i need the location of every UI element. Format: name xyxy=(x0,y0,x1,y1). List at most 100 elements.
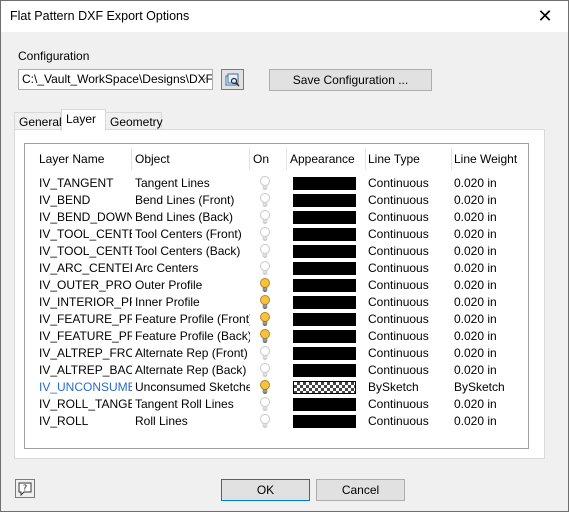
line-type-cell[interactable]: BySketch xyxy=(365,379,452,396)
layer-name-cell[interactable]: IV_ARC_CENTERS xyxy=(36,260,132,277)
on-toggle-cell[interactable] xyxy=(250,260,287,277)
line-weight-cell[interactable]: 0.020 in xyxy=(451,362,528,379)
appearance-cell[interactable] xyxy=(287,413,366,430)
object-cell[interactable]: Alternate Rep (Front) xyxy=(132,345,250,362)
appearance-cell[interactable] xyxy=(287,311,366,328)
object-cell[interactable]: Tangent Lines xyxy=(132,175,250,192)
lightbulb-off-icon[interactable] xyxy=(259,261,271,276)
help-button[interactable]: ? xyxy=(15,479,35,498)
lightbulb-off-icon[interactable] xyxy=(259,193,271,208)
line-weight-cell[interactable]: 0.020 in xyxy=(451,277,528,294)
table-row[interactable]: IV_BEND_DOWN Bend Lines (Back) Continuous 0… xyxy=(25,209,528,226)
object-cell[interactable]: Feature Profile (Back) xyxy=(132,328,250,345)
table-row[interactable]: IV_BEND Bend Lines (Front) Continuous 0.020… xyxy=(25,192,528,209)
table-row[interactable]: IV_ALTREP_FRONAlternate Rep (Front) Conti… xyxy=(25,345,528,362)
line-type-cell[interactable]: Continuous xyxy=(365,311,452,328)
table-row[interactable]: IV_TOOL_CENTERTool Centers (Front) Contin… xyxy=(25,226,528,243)
line-type-cell[interactable]: Continuous xyxy=(365,345,452,362)
layer-name-cell[interactable]: IV_ALTREP_FRON xyxy=(36,345,132,362)
appearance-cell[interactable] xyxy=(287,209,366,226)
object-cell[interactable]: Inner Profile xyxy=(132,294,250,311)
table-row[interactable]: IV_ROLL Roll Lines Continuous 0.020 in xyxy=(25,413,528,430)
line-weight-cell[interactable]: 0.020 in xyxy=(451,328,528,345)
object-cell[interactable]: Bend Lines (Front) xyxy=(132,192,250,209)
object-cell[interactable]: Tangent Roll Lines xyxy=(132,396,250,413)
lightbulb-off-icon[interactable] xyxy=(259,346,271,361)
line-type-cell[interactable]: Continuous xyxy=(365,175,452,192)
on-toggle-cell[interactable] xyxy=(250,226,287,243)
on-toggle-cell[interactable] xyxy=(250,362,287,379)
line-type-cell[interactable]: Continuous xyxy=(365,277,452,294)
color-swatch[interactable] xyxy=(293,415,356,428)
line-type-cell[interactable]: Continuous xyxy=(365,294,452,311)
color-swatch[interactable] xyxy=(293,228,356,241)
layer-name-cell[interactable]: IV_FEATURE_PRC xyxy=(36,328,132,345)
header-line-weight[interactable]: Line Weight xyxy=(451,148,528,170)
lightbulb-on-icon[interactable] xyxy=(259,312,271,327)
appearance-cell[interactable] xyxy=(287,243,366,260)
lightbulb-on-icon[interactable] xyxy=(259,278,271,293)
line-weight-cell[interactable]: BySketch xyxy=(451,379,528,396)
line-type-cell[interactable]: Continuous xyxy=(365,413,452,430)
appearance-cell[interactable] xyxy=(287,379,366,396)
layer-name-cell[interactable]: IV_INTERIOR_PR xyxy=(36,294,132,311)
object-cell[interactable]: Feature Profile (Front) xyxy=(132,311,250,328)
appearance-cell[interactable] xyxy=(287,362,366,379)
on-toggle-cell[interactable] xyxy=(250,345,287,362)
header-line-type[interactable]: Line Type xyxy=(365,148,452,170)
on-toggle-cell[interactable] xyxy=(250,277,287,294)
appearance-cell[interactable] xyxy=(287,260,366,277)
on-toggle-cell[interactable] xyxy=(250,294,287,311)
layer-grid[interactable]: Layer Name Object On Appearance Line Typ… xyxy=(24,143,529,449)
layer-name-cell[interactable]: IV_OUTER_PROFI xyxy=(36,277,132,294)
on-toggle-cell[interactable] xyxy=(250,379,287,396)
table-row[interactable]: IV_INTERIOR_PR Inner Profile Continuous 0.0… xyxy=(25,294,528,311)
on-toggle-cell[interactable] xyxy=(250,175,287,192)
object-cell[interactable]: Roll Lines xyxy=(132,413,250,430)
layer-name-cell[interactable]: IV_TOOL_CENTER xyxy=(36,226,132,243)
object-cell[interactable]: Outer Profile xyxy=(132,277,250,294)
layer-name-cell[interactable]: IV_TANGENT xyxy=(36,175,132,192)
lightbulb-on-icon[interactable] xyxy=(259,380,271,395)
line-weight-cell[interactable]: 0.020 in xyxy=(451,175,528,192)
on-toggle-cell[interactable] xyxy=(250,396,287,413)
line-type-cell[interactable]: Continuous xyxy=(365,396,452,413)
color-swatch[interactable] xyxy=(293,364,356,377)
lightbulb-off-icon[interactable] xyxy=(259,176,271,191)
lightbulb-off-icon[interactable] xyxy=(259,210,271,225)
cancel-button[interactable]: Cancel xyxy=(316,479,405,501)
color-swatch[interactable] xyxy=(293,279,356,292)
lightbulb-off-icon[interactable] xyxy=(259,397,271,412)
layer-name-cell[interactable]: IV_UNCONSUMED xyxy=(36,379,132,396)
appearance-cell[interactable] xyxy=(287,396,366,413)
header-layer-name[interactable]: Layer Name xyxy=(36,148,132,170)
object-cell[interactable]: Tool Centers (Back) xyxy=(132,243,250,260)
table-row[interactable]: IV_FEATURE_PRCFeature Profile (Back) Cont… xyxy=(25,328,528,345)
on-toggle-cell[interactable] xyxy=(250,328,287,345)
line-type-cell[interactable]: Continuous xyxy=(365,209,452,226)
appearance-cell[interactable] xyxy=(287,175,366,192)
line-weight-cell[interactable]: 0.020 in xyxy=(451,345,528,362)
save-configuration-button[interactable]: Save Configuration ... xyxy=(269,69,432,91)
lightbulb-on-icon[interactable] xyxy=(259,295,271,310)
layer-name-cell[interactable]: IV_ALTREP_BACK xyxy=(36,362,132,379)
color-swatch[interactable] xyxy=(293,194,356,207)
header-appearance[interactable]: Appearance xyxy=(287,148,366,170)
lightbulb-on-icon[interactable] xyxy=(259,329,271,344)
layer-name-cell[interactable]: IV_BEND_DOWN xyxy=(36,209,132,226)
line-weight-cell[interactable]: 0.020 in xyxy=(451,209,528,226)
table-row[interactable]: IV_TANGENT Tangent Lines Continuous 0.020 i… xyxy=(25,175,528,192)
line-type-cell[interactable]: Continuous xyxy=(365,192,452,209)
color-swatch[interactable] xyxy=(293,296,356,309)
lightbulb-off-icon[interactable] xyxy=(259,414,271,429)
layer-name-cell[interactable]: IV_TOOL_CENTER xyxy=(36,243,132,260)
browse-button[interactable] xyxy=(221,69,244,90)
line-weight-cell[interactable]: 0.020 in xyxy=(451,226,528,243)
appearance-cell[interactable] xyxy=(287,328,366,345)
line-type-cell[interactable]: Continuous xyxy=(365,243,452,260)
layer-name-cell[interactable]: IV_FEATURE_PRC xyxy=(36,311,132,328)
close-button[interactable]: ✕ xyxy=(522,1,568,32)
on-toggle-cell[interactable] xyxy=(250,192,287,209)
object-cell[interactable]: Bend Lines (Back) xyxy=(132,209,250,226)
line-weight-cell[interactable]: 0.020 in xyxy=(451,192,528,209)
